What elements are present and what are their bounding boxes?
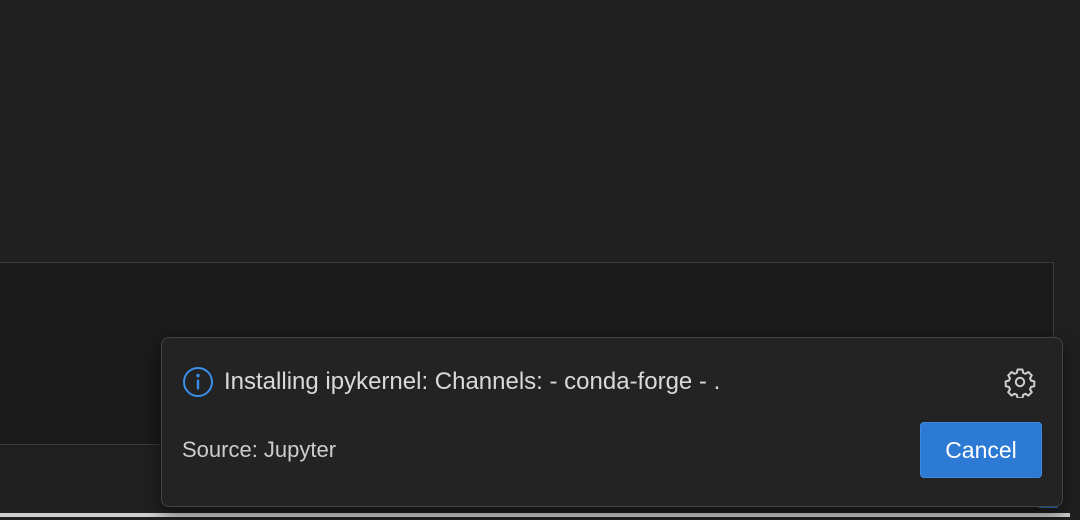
notification-toast: Installing ipykernel: Channels: - conda-…: [161, 337, 1063, 507]
horizontal-scrollbar[interactable]: [0, 513, 1070, 517]
gear-icon[interactable]: [1004, 366, 1036, 398]
info-icon: [183, 367, 213, 397]
workbench: Installing ipykernel: Channels: - conda-…: [0, 0, 1080, 520]
notification-source: Source: Jupyter: [182, 437, 337, 462]
cancel-button[interactable]: Cancel: [920, 422, 1042, 478]
notification-message: Installing ipykernel: Channels: - conda-…: [224, 368, 721, 395]
